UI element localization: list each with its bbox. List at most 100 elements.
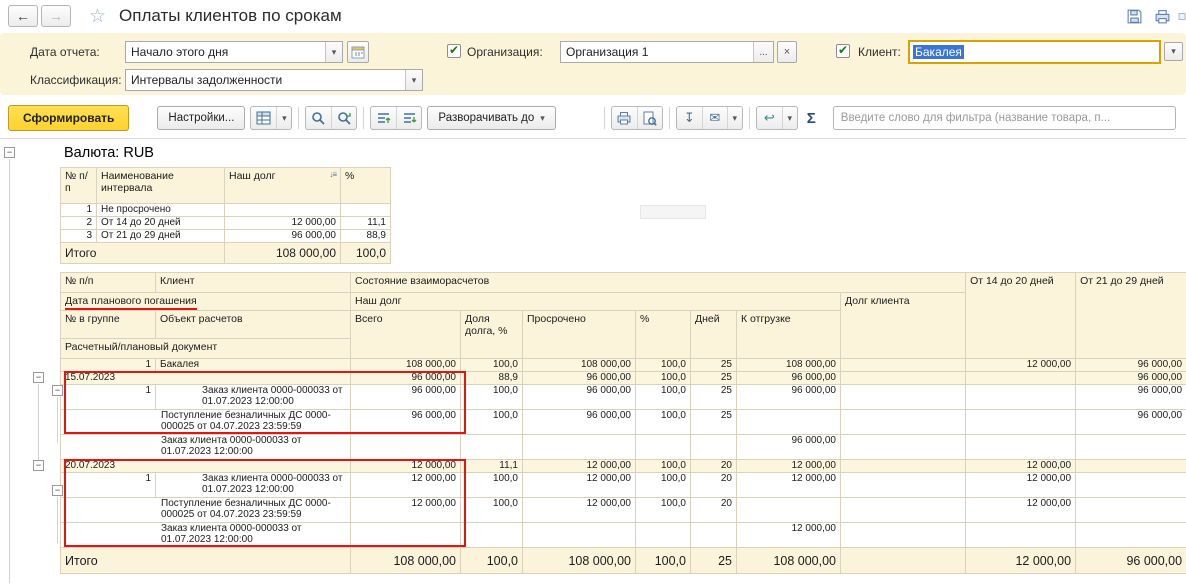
- cell: 100,0: [636, 498, 691, 523]
- tree-collapse-subgroup-1[interactable]: −: [52, 385, 63, 396]
- cell: 108 000,00: [737, 548, 841, 574]
- search-button[interactable]: [306, 107, 331, 129]
- cell: 25: [691, 548, 737, 574]
- cell: 100,0: [461, 385, 523, 410]
- report-toolbar: Сформировать Настройки... ▾ Разворачиват…: [0, 98, 1186, 139]
- organization-combo: ...: [560, 41, 774, 63]
- print-report-button[interactable]: [612, 107, 637, 129]
- cell: 12 000,00: [523, 473, 636, 498]
- export-dropdown-button[interactable]: ▾: [727, 107, 742, 129]
- summary-header-debt[interactable]: Наш долг↓≡: [225, 168, 341, 204]
- export-button[interactable]: ↧: [677, 107, 702, 129]
- undo-dropdown-button[interactable]: ▾: [782, 107, 797, 129]
- calendar-button[interactable]: [347, 41, 369, 63]
- filter-input[interactable]: [833, 106, 1176, 130]
- cell: [841, 385, 966, 410]
- organization-clear-button[interactable]: ×: [777, 41, 797, 63]
- report-row-group: 20.07.202312 000,0011,112 000,00100,0201…: [61, 460, 1186, 473]
- classification-input[interactable]: [126, 70, 405, 90]
- report-variant-dropdown-button[interactable]: ▾: [276, 107, 291, 129]
- cell: 96 000,00: [1076, 359, 1186, 372]
- client-input[interactable]: Бакалея: [908, 40, 1161, 64]
- chevron-down-icon: ▾: [282, 113, 287, 124]
- export-group: ↧ ✉ ▾: [676, 106, 743, 130]
- summary-row: 2От 14 до 20 дней12 000,0011,1: [61, 217, 391, 230]
- header-overdue-pct: %: [636, 311, 691, 359]
- summary-total-row: Итого108 000,00100,0: [61, 243, 391, 264]
- header-share: Доля долга, %: [461, 311, 523, 359]
- print-preview-button[interactable]: [637, 107, 662, 129]
- settings-button[interactable]: Настройки...: [157, 106, 245, 130]
- search-next-button[interactable]: [331, 107, 356, 129]
- floppy-icon: [1126, 8, 1143, 25]
- sum-icon[interactable]: Σ: [807, 110, 816, 127]
- expand-groups-button[interactable]: [396, 107, 421, 129]
- cell: 12 000,00: [351, 460, 461, 473]
- cell: [841, 473, 966, 498]
- cell: 108 000,00: [523, 548, 636, 574]
- send-mail-button[interactable]: ✉: [702, 107, 727, 129]
- organization-checkbox[interactable]: ✔: [447, 44, 461, 58]
- classification-dropdown-button[interactable]: ▾: [405, 70, 422, 90]
- filter-panel: Дата отчета: ▾ ✔ Организация: ... × ✔ Кл…: [0, 33, 1186, 95]
- report-row-gtotal: Итого108 000,00100,0108 000,00100,025108…: [61, 548, 1186, 574]
- collapse-groups-button[interactable]: [371, 107, 396, 129]
- summary-header-debt-label: Наш долг: [229, 170, 275, 182]
- tree-line: [57, 497, 58, 543]
- favorite-star-icon[interactable]: ☆: [89, 5, 106, 28]
- client-checkbox[interactable]: ✔: [836, 44, 850, 58]
- cell: [351, 435, 461, 460]
- organization-input[interactable]: [561, 42, 753, 62]
- cell: 20: [691, 473, 737, 498]
- cell: 12 000,00: [351, 473, 461, 498]
- report-date-dropdown-button[interactable]: ▾: [325, 42, 342, 62]
- chevron-down-icon: ▾: [540, 113, 545, 124]
- header-document: Расчетный/плановый документ: [61, 339, 351, 359]
- tree-collapse-root[interactable]: −: [4, 147, 15, 158]
- cell: 96 000,00: [523, 410, 636, 435]
- client-label: Клиент:: [858, 45, 901, 59]
- expand-to-button[interactable]: Разворачивать до ▾: [427, 106, 555, 130]
- chevron-down-icon: ▾: [1171, 46, 1176, 57]
- cell: [523, 435, 636, 460]
- save-button[interactable]: [1122, 4, 1146, 28]
- cell: 100,0: [636, 473, 691, 498]
- planned-date-label: Дата планового погашения: [65, 295, 197, 310]
- cell: [691, 435, 737, 460]
- close-icon: ×: [784, 46, 790, 58]
- forward-button[interactable]: →: [41, 5, 71, 27]
- tree-line: [9, 159, 10, 583]
- back-button[interactable]: ←: [8, 5, 38, 27]
- cell: 96 000,00: [1076, 372, 1186, 385]
- undo-icon: ↩: [764, 110, 775, 126]
- client-value-selected: Бакалея: [913, 45, 964, 59]
- summary-table: № п/п Наименование интервала Наш долг↓≡ …: [60, 167, 391, 264]
- summary-table-body: 1Не просрочено2От 14 до 20 дней12 000,00…: [61, 204, 391, 264]
- tree-collapse-subgroup-2[interactable]: −: [52, 485, 63, 496]
- cell: 1: [61, 473, 156, 498]
- generate-button[interactable]: Сформировать: [8, 105, 129, 131]
- header-our-debt: Наш долг: [351, 293, 841, 311]
- classification-combo: ▾: [125, 69, 423, 91]
- report-date-input[interactable]: [126, 42, 325, 62]
- header-client-debt: Долг клиента: [841, 293, 966, 359]
- cell: 108 000,00: [351, 359, 461, 372]
- cell: 96 000,00: [523, 372, 636, 385]
- cell: [966, 372, 1076, 385]
- cell: [966, 523, 1076, 548]
- print-preview-icon: [642, 111, 657, 126]
- undo-button[interactable]: ↩: [757, 107, 782, 129]
- report-variant-button[interactable]: [251, 107, 276, 129]
- tree-collapse-group-2[interactable]: −: [33, 460, 44, 471]
- organization-select-button[interactable]: ...: [753, 42, 773, 62]
- print-button[interactable]: [1150, 4, 1174, 28]
- client-dropdown-button[interactable]: ▾: [1164, 42, 1183, 61]
- tree-collapse-group-1[interactable]: −: [33, 372, 44, 383]
- search-icon: [311, 111, 326, 126]
- cell: 2: [61, 217, 97, 230]
- more-actions-button[interactable]: [1178, 4, 1186, 28]
- cell: [841, 523, 966, 548]
- main-table-body: 1Бакалея108 000,00100,0108 000,00100,025…: [61, 359, 1186, 574]
- cell: 96 000,00: [737, 385, 841, 410]
- cell: 100,0: [461, 359, 523, 372]
